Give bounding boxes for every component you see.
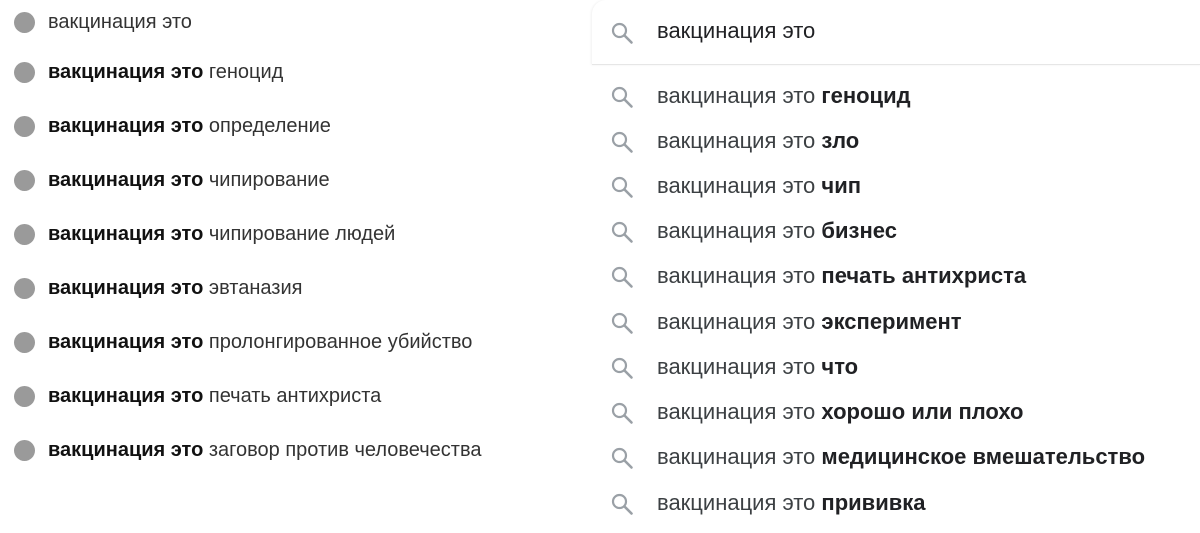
suggestion-prefix: вакцинация это <box>657 354 816 379</box>
left-suggestion-rest: чипирование <box>208 168 330 191</box>
suggestion-row[interactable]: вакцинация это прививка <box>592 481 1200 525</box>
search-icon <box>611 176 633 198</box>
left-suggestion-item[interactable]: вакцинация это определение <box>14 111 331 141</box>
suggestion-row[interactable]: вакцинация это чип <box>592 164 1200 208</box>
suggestion-suffix: эксперимент <box>821 309 962 334</box>
search-query-text: вакцинация это <box>657 18 816 43</box>
left-suggestion-text: вакцинация это <box>48 10 192 33</box>
left-suggestion-bold: вакцинация это <box>48 330 204 353</box>
suggestion-row[interactable]: вакцинация это что <box>592 345 1200 389</box>
search-icon <box>611 131 633 153</box>
left-suggestion-rest: эвтаназия <box>208 276 303 299</box>
left-suggestion-rest: печать антихриста <box>208 384 382 407</box>
suggestion-text: вакцинация это прививка <box>657 490 926 516</box>
left-suggestion-item[interactable]: вакцинация это геноцид <box>14 57 283 87</box>
circle-bullet-icon <box>14 385 35 407</box>
left-suggestion-bold: вакцинация это <box>48 114 204 137</box>
search-autocomplete-dropdown: вакцинация это вакцинация это геноцид ва… <box>592 0 1200 533</box>
search-icon <box>611 221 633 243</box>
left-suggestion-rest: геноцид <box>208 60 284 83</box>
suggestion-prefix: вакцинация это <box>657 399 816 424</box>
suggestion-row[interactable]: вакцинация это хорошо или плохо <box>592 390 1200 434</box>
left-suggestion-rest: пролонгированное убийство <box>208 330 473 353</box>
suggestion-text: вакцинация это что <box>657 354 858 380</box>
suggestion-suffix: печать антихриста <box>821 263 1027 288</box>
left-suggestion-item[interactable]: вакцинация это заговор против человечест… <box>14 435 481 465</box>
suggestion-prefix: вакцинация это <box>657 173 816 198</box>
circle-bullet-icon <box>14 439 35 461</box>
left-suggestion-bold: вакцинация это <box>48 384 204 407</box>
suggestion-prefix: вакцинация это <box>657 218 816 243</box>
suggestion-text: вакцинация это бизнес <box>657 218 897 244</box>
suggestion-suffix: хорошо или плохо <box>821 399 1024 424</box>
left-suggestion-rest: заговор против человечества <box>208 438 482 461</box>
circle-bullet-icon <box>14 169 35 191</box>
left-suggestion-bold: вакцинация это <box>48 222 204 245</box>
search-icon <box>611 86 633 108</box>
suggestion-text: вакцинация это зло <box>657 128 859 154</box>
left-suggestion-bold: вакцинация это <box>48 276 204 299</box>
circle-bullet-icon <box>14 61 35 83</box>
suggestion-row[interactable]: вакцинация это медицинское вмешательство <box>592 435 1200 479</box>
suggestion-suffix: зло <box>821 128 860 153</box>
suggestion-prefix: вакцинация это <box>657 263 816 288</box>
left-suggestion-bold: вакцинация это <box>48 168 204 191</box>
left-suggestion-item[interactable]: вакцинация это эвтаназия <box>14 273 302 303</box>
suggestion-suffix: медицинское вмешательство <box>821 444 1146 469</box>
left-suggestion-list: вакцинация это вакцинация это геноцид ва… <box>0 0 590 533</box>
suggestion-text: вакцинация это эксперимент <box>657 309 962 335</box>
search-icon <box>611 357 633 379</box>
search-icon <box>611 312 633 334</box>
suggestion-prefix: вакцинация это <box>657 309 816 334</box>
circle-bullet-icon <box>14 223 35 245</box>
suggestion-suffix: чип <box>821 173 862 198</box>
suggestion-row[interactable]: вакцинация это зло <box>592 119 1200 163</box>
search-icon <box>611 22 633 44</box>
suggestion-text: вакцинация это печать антихриста <box>657 263 1026 289</box>
suggestion-prefix: вакцинация это <box>657 83 816 108</box>
suggestion-row[interactable]: вакцинация это эксперимент <box>592 300 1200 344</box>
left-suggestion-item[interactable]: вакцинация это <box>14 7 192 37</box>
left-suggestion-item[interactable]: вакцинация это чипирование <box>14 165 330 195</box>
circle-bullet-icon <box>14 11 35 33</box>
circle-bullet-icon <box>14 277 35 299</box>
suggestion-text: вакцинация это хорошо или плохо <box>657 399 1023 425</box>
suggestion-prefix: вакцинация это <box>657 128 816 153</box>
suggestion-row[interactable]: вакцинация это печать антихриста <box>592 254 1200 298</box>
circle-bullet-icon <box>14 115 35 137</box>
suggestion-suffix: прививка <box>821 490 926 515</box>
left-suggestion-item[interactable]: вакцинация это чипирование людей <box>14 219 395 249</box>
search-input[interactable]: вакцинация это <box>592 0 1200 65</box>
suggestion-suffix: геноцид <box>821 83 911 108</box>
suggestion-suffix: что <box>821 354 859 379</box>
suggestion-suffix: бизнес <box>821 218 897 243</box>
suggestion-text: вакцинация это медицинское вмешательство <box>657 444 1145 470</box>
left-suggestion-item[interactable]: вакцинация это печать антихриста <box>14 381 381 411</box>
left-suggestion-bold: вакцинация это <box>48 438 204 461</box>
left-suggestion-rest: чипирование людей <box>208 222 396 245</box>
search-icon <box>611 402 633 424</box>
suggestion-row[interactable]: вакцинация это бизнес <box>592 209 1200 253</box>
suggestion-text: вакцинация это геноцид <box>657 83 911 109</box>
suggestion-prefix: вакцинация это <box>657 444 816 469</box>
search-icon <box>611 447 633 469</box>
search-icon <box>611 266 633 288</box>
suggestion-text: вакцинация это чип <box>657 173 861 199</box>
left-suggestion-item[interactable]: вакцинация это пролонгированное убийство <box>14 327 472 357</box>
suggestion-row[interactable]: вакцинация это геноцид <box>592 74 1200 118</box>
search-icon <box>611 493 633 515</box>
circle-bullet-icon <box>14 331 35 353</box>
suggestion-prefix: вакцинация это <box>657 490 816 515</box>
left-suggestion-rest: определение <box>208 114 331 137</box>
left-suggestion-bold: вакцинация это <box>48 60 204 83</box>
